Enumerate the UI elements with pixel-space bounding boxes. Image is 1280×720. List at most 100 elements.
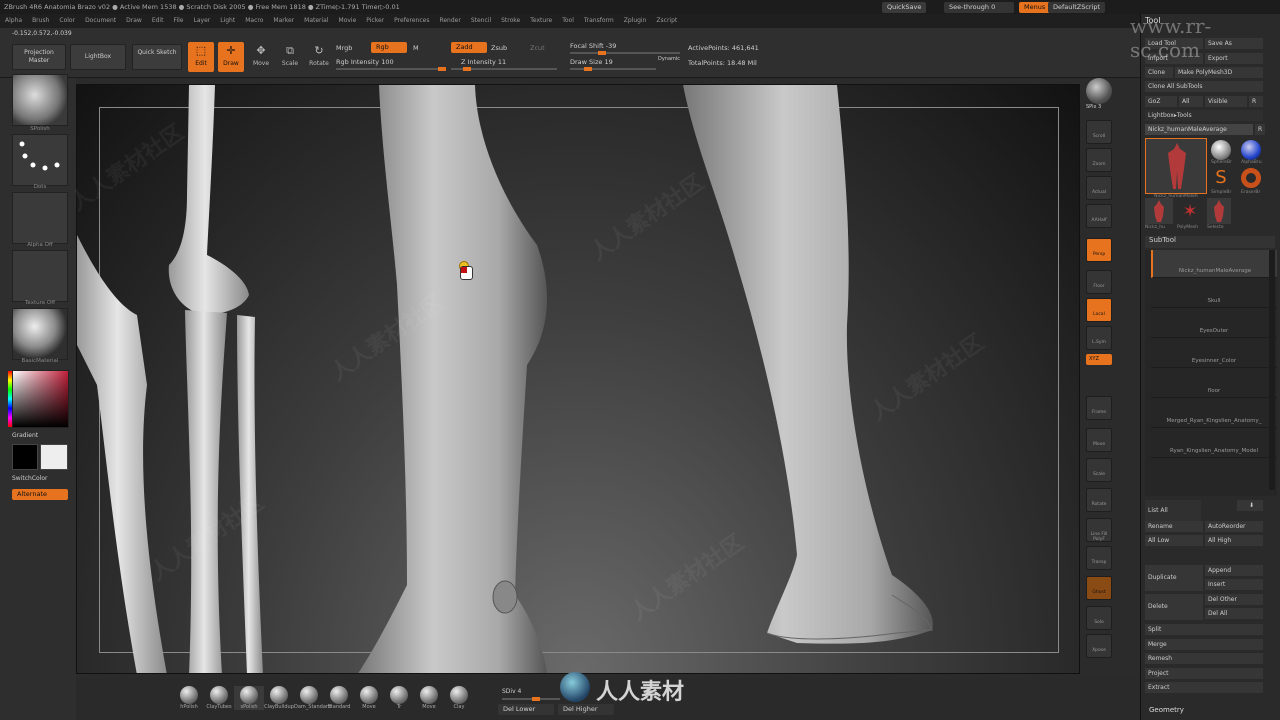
ghost-button[interactable]: Ghost — [1086, 576, 1112, 600]
zadd-button[interactable]: Zadd — [451, 42, 487, 53]
sdiv-track[interactable] — [502, 697, 560, 701]
brush-slot-active[interactable]: sPolish — [234, 686, 264, 710]
all-high-button[interactable]: All High — [1205, 535, 1263, 546]
rgb-button[interactable]: Rgb — [371, 42, 407, 53]
eraser-brush-thumb[interactable] — [1241, 168, 1261, 188]
menu-alpha[interactable]: Alpha — [5, 17, 22, 24]
zoom-button[interactable]: Zoom — [1086, 148, 1112, 172]
visible-button[interactable]: Visible — [1205, 96, 1247, 107]
polymesh-star-thumb[interactable]: ✶ — [1177, 200, 1203, 224]
menu-document[interactable]: Document — [85, 17, 116, 24]
actual-button[interactable]: Actual — [1086, 176, 1112, 200]
subtool-item[interactable]: Nickz_humanMaleAverage — [1151, 250, 1277, 278]
list-all-button[interactable]: List All — [1145, 500, 1201, 522]
sdiv-slider[interactable]: SDiv 4 — [502, 688, 560, 695]
menu-zscript[interactable]: Zscript — [656, 17, 677, 24]
hue-strip[interactable] — [8, 371, 12, 427]
focal-shift-slider[interactable]: Focal Shift -39 — [570, 42, 616, 50]
rotate-mode-button[interactable]: ↻ Rotate — [306, 42, 332, 72]
clone-all-subtools-button[interactable]: Clone All SubTools — [1145, 81, 1263, 92]
subtool-item[interactable]: Skull — [1151, 280, 1277, 308]
menu-tool[interactable]: Tool — [562, 17, 574, 24]
menu-preferences[interactable]: Preferences — [394, 17, 429, 24]
subtool-item[interactable]: Eyesinner_Color — [1151, 340, 1277, 368]
goz-button[interactable]: GoZ — [1145, 96, 1177, 107]
draw-size-track[interactable] — [570, 67, 656, 71]
menu-macro[interactable]: Macro — [245, 17, 263, 24]
all-button[interactable]: All — [1179, 96, 1203, 107]
menu-color[interactable]: Color — [59, 17, 75, 24]
selected-tool-thumb[interactable] — [1207, 198, 1231, 224]
menus-button[interactable]: Menus — [1019, 2, 1051, 13]
menu-movie[interactable]: Movie — [339, 17, 357, 24]
project-button[interactable]: Project — [1145, 668, 1263, 679]
subtool-item[interactable]: EyesOuter — [1151, 310, 1277, 338]
menu-edit[interactable]: Edit — [152, 17, 164, 24]
arrow-down-icon[interactable]: ⬇ — [1237, 500, 1263, 511]
move-mode-button[interactable]: ✥ Move — [248, 42, 274, 72]
move-view-button[interactable]: Move — [1086, 428, 1112, 452]
rotate-view-button[interactable]: Rotate — [1086, 488, 1112, 512]
local-button[interactable]: Local — [1086, 298, 1112, 322]
quicksave-button[interactable]: QuickSave — [882, 2, 927, 13]
menu-layer[interactable]: Layer — [194, 17, 211, 24]
brush-slot[interactable]: Standard — [324, 686, 354, 710]
lightbox-tools-button[interactable]: Lightbox▸Tools — [1145, 110, 1263, 121]
brush-selector[interactable] — [12, 74, 68, 126]
del-all-button[interactable]: Del All — [1205, 608, 1263, 619]
floor-button[interactable]: Floor — [1086, 270, 1112, 294]
sphere-brush-thumb[interactable] — [1211, 140, 1231, 160]
focal-shift-track[interactable] — [570, 51, 680, 55]
menu-light[interactable]: Light — [220, 17, 235, 24]
make-polymesh-button[interactable]: Make PolyMesh3D — [1175, 67, 1263, 78]
see-through-slider[interactable]: See-through 0 — [944, 2, 1014, 13]
main-color-swatch[interactable] — [12, 444, 38, 470]
lightbox-button[interactable]: LightBox — [70, 44, 126, 70]
menu-stroke[interactable]: Stroke — [501, 17, 520, 24]
brush-slot[interactable]: Tr — [384, 686, 414, 710]
menu-picker[interactable]: Picker — [366, 17, 384, 24]
menu-draw[interactable]: Draw — [126, 17, 142, 24]
z-intensity-slider[interactable]: Z Intensity 11 — [461, 58, 506, 66]
alpha-selector[interactable] — [12, 192, 68, 244]
stroke-selector[interactable] — [12, 134, 68, 186]
document-canvas[interactable] — [76, 84, 1080, 674]
brush-slot[interactable]: hPolish — [174, 686, 204, 710]
simple-brush-thumb[interactable]: S — [1211, 168, 1231, 188]
remesh-button[interactable]: Remesh — [1145, 653, 1263, 664]
rgb-intensity-slider[interactable]: Rgb Intensity 100 — [336, 58, 394, 66]
subtool-item[interactable]: Ryan_Kingslien_Anatomy_Model — [1151, 430, 1277, 458]
brush-slot[interactable]: ClayBuildup — [264, 686, 294, 710]
split-button[interactable]: Split — [1145, 624, 1263, 635]
frame-button[interactable]: Frame — [1086, 396, 1112, 420]
autoreorder-button[interactable]: AutoReorder — [1205, 521, 1263, 532]
switch-color-button[interactable]: SwitchColor — [12, 475, 48, 482]
aahalf-button[interactable]: AAHalf — [1086, 204, 1112, 228]
polyframe-button[interactable]: Line Fill PolyF — [1086, 518, 1112, 542]
geometry-section-header[interactable]: Geometry — [1149, 706, 1184, 714]
dynamic-button[interactable]: Dynamic — [658, 56, 680, 62]
subtool-header[interactable]: SubTool — [1145, 236, 1275, 248]
menu-stencil[interactable]: Stencil — [471, 17, 491, 24]
clone-button[interactable]: Clone — [1145, 67, 1173, 78]
edit-mode-button[interactable]: ⬚ Edit — [188, 42, 214, 72]
gradient-label[interactable]: Gradient — [12, 432, 38, 439]
solo-button[interactable]: Solo — [1086, 606, 1112, 630]
del-lower-button[interactable]: Del Lower — [498, 704, 554, 715]
secondary-color-swatch[interactable] — [40, 444, 68, 470]
material-selector[interactable] — [12, 308, 68, 360]
brush-slot[interactable]: Clay — [444, 686, 474, 710]
zcut-button[interactable]: Zcut — [530, 44, 545, 52]
mrgb-button[interactable]: Mrgb — [336, 44, 352, 52]
alternate-button[interactable]: Alternate — [12, 489, 68, 500]
insert-button[interactable]: Insert — [1205, 579, 1263, 590]
subtool-item[interactable]: floor — [1151, 370, 1277, 398]
brush-slot[interactable]: Move — [414, 686, 444, 710]
quick-sketch-button[interactable]: Quick Sketch — [132, 44, 182, 70]
lsym-button[interactable]: L.Sym — [1086, 326, 1112, 350]
current-tool-r-button[interactable]: R — [1255, 124, 1265, 135]
default-zscript-button[interactable]: DefaultZScript — [1048, 2, 1106, 13]
merge-button[interactable]: Merge — [1145, 639, 1263, 650]
brush-slot[interactable]: Dam_Standard — [294, 686, 331, 710]
draw-mode-button[interactable]: ✛ Draw — [218, 42, 244, 72]
